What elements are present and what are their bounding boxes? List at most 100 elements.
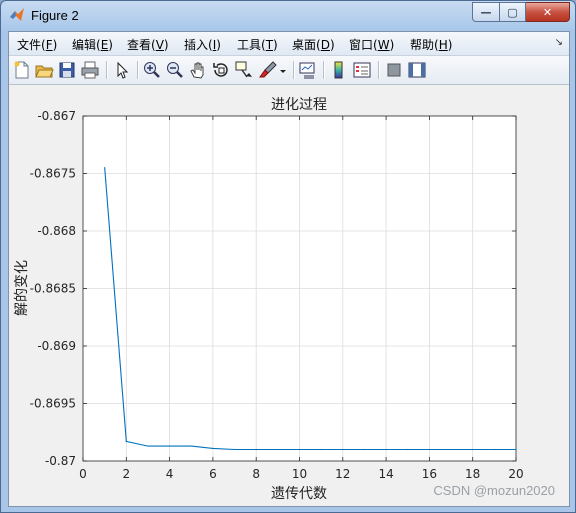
insert-legend-icon[interactable]: [352, 60, 372, 80]
hide-plot-tools-icon[interactable]: [384, 60, 404, 80]
y-tick-label: -0.868: [37, 224, 76, 238]
data-point: [428, 448, 430, 451]
y-tick-label: -0.8675: [30, 167, 76, 181]
link-plot-icon[interactable]: [298, 60, 318, 80]
data-point: [255, 448, 257, 451]
data-point: [277, 448, 279, 451]
menu-insert[interactable]: 插入(I): [184, 36, 221, 53]
menu-edit-key: E: [100, 38, 109, 52]
x-tick-label: 14: [378, 467, 393, 481]
window-title: Figure 2: [31, 8, 79, 23]
menubar-dock-arrow-icon[interactable]: ↘: [555, 37, 563, 48]
y-axis-label: 解的变化: [14, 260, 30, 316]
zoom-out-icon[interactable]: [165, 60, 185, 80]
y-tick-label: -0.8685: [30, 282, 76, 296]
menu-view-key: V: [155, 38, 164, 52]
toolbar-separator: [106, 61, 108, 79]
data-point: [385, 448, 387, 451]
menu-help-label: 帮助: [410, 38, 435, 52]
menu-file[interactable]: 文件(F): [17, 36, 57, 53]
x-tick-label: 6: [209, 467, 217, 481]
x-tick-label: 2: [122, 467, 130, 481]
menu-window-key: W: [377, 38, 390, 52]
brush-icon[interactable]: [258, 60, 278, 80]
data-point: [233, 448, 236, 451]
x-tick-label: 12: [335, 467, 350, 481]
data-point: [104, 167, 106, 169]
menu-file-key: F: [45, 38, 53, 52]
watermark-text: CSDN @mozun2020: [433, 483, 555, 498]
toolbar-separator: [137, 61, 139, 79]
brush-dropdown-icon[interactable]: [279, 60, 287, 80]
menu-desktop-key: D: [320, 38, 330, 52]
chart-title: 进化过程: [271, 97, 327, 113]
x-tick-label: 20: [508, 467, 523, 481]
figure-client: 文件(F) 编辑(E) 查看(V) 插入(I) 工具(T) 桌面(D) 窗口(W…: [8, 31, 570, 507]
toolbar-separator: [323, 61, 325, 79]
data-point: [450, 448, 452, 451]
data-cursor-icon[interactable]: [234, 60, 254, 80]
new-figure-icon[interactable]: [12, 60, 32, 80]
figure-window: Figure 2 — ▢ ✕ 文件(F) 编辑(E) 查看(V) 插入(I) 工…: [0, 0, 576, 513]
data-point: [493, 448, 495, 451]
data-point: [190, 445, 192, 447]
data-point: [342, 448, 344, 451]
menu-window-label: 窗口: [349, 38, 374, 52]
toolbar-separator: [293, 61, 295, 79]
x-tick-label: 10: [292, 467, 307, 481]
menu-view-label: 查看: [127, 38, 152, 52]
menu-desktop[interactable]: 桌面(D): [292, 36, 335, 53]
rotate-3d-icon[interactable]: [211, 60, 231, 80]
title-bar[interactable]: Figure 2 — ▢ ✕: [1, 1, 575, 31]
open-file-icon[interactable]: [34, 60, 54, 80]
menu-tools[interactable]: 工具(T): [237, 36, 278, 53]
print-icon[interactable]: [80, 60, 100, 80]
y-tick-label: -0.87: [45, 454, 76, 468]
x-tick-label: 18: [465, 467, 480, 481]
matlab-logo-icon: [10, 8, 24, 21]
show-plot-tools-icon[interactable]: [407, 60, 427, 80]
menu-view[interactable]: 查看(V): [127, 36, 169, 53]
menu-insert-label: 插入: [184, 38, 209, 52]
save-icon[interactable]: [57, 60, 77, 80]
menu-edit-label: 编辑: [72, 38, 97, 52]
y-tick-label: -0.8695: [30, 397, 76, 411]
toolbar-separator: [378, 61, 380, 79]
line-chart[interactable]: 0 2 4 6 8 10 12 14 16 18 20 -0.867 -0.8675 -0.868 -0.8…: [9, 85, 569, 506]
zoom-in-icon[interactable]: [142, 60, 162, 80]
pan-icon[interactable]: [188, 60, 208, 80]
data-point: [472, 448, 474, 451]
y-tick-label: -0.867: [37, 109, 76, 123]
maximize-button[interactable]: ▢: [500, 2, 526, 22]
y-tick-label: -0.869: [37, 339, 76, 353]
data-point: [298, 448, 301, 451]
menu-tools-label: 工具: [237, 38, 262, 52]
data-point: [363, 448, 366, 451]
menu-desktop-label: 桌面: [292, 38, 317, 52]
edit-plot-icon[interactable]: [112, 60, 132, 80]
menu-window[interactable]: 窗口(W): [349, 36, 394, 53]
menu-bar: 文件(F) 编辑(E) 查看(V) 插入(I) 工具(T) 桌面(D) 窗口(W…: [9, 32, 569, 56]
menu-file-label: 文件: [17, 38, 42, 52]
minimize-button[interactable]: —: [472, 2, 500, 22]
menu-insert-key: I: [212, 38, 217, 52]
x-tick-label: 8: [252, 467, 260, 481]
x-tick-label: 0: [79, 467, 87, 481]
window-controls: — ▢ ✕: [472, 2, 570, 22]
data-point: [169, 445, 171, 447]
menu-help-key: H: [438, 38, 448, 52]
menu-help[interactable]: 帮助(H): [410, 36, 452, 53]
data-point: [212, 447, 214, 449]
x-axis-label: 遗传代数: [271, 486, 327, 502]
figure-canvas: 0 2 4 6 8 10 12 14 16 18 20 -0.867 -0.8675 -0.868 -0.8…: [9, 85, 569, 506]
data-point: [125, 440, 127, 443]
x-tick-label: 16: [422, 467, 437, 481]
x-tick-label: 4: [166, 467, 174, 481]
close-button[interactable]: ✕: [526, 2, 570, 22]
data-point: [407, 448, 409, 451]
data-point: [320, 448, 322, 451]
insert-colorbar-icon[interactable]: [329, 60, 349, 80]
menu-edit[interactable]: 编辑(E): [72, 36, 113, 53]
data-point: [515, 448, 517, 451]
data-point: [147, 445, 149, 447]
